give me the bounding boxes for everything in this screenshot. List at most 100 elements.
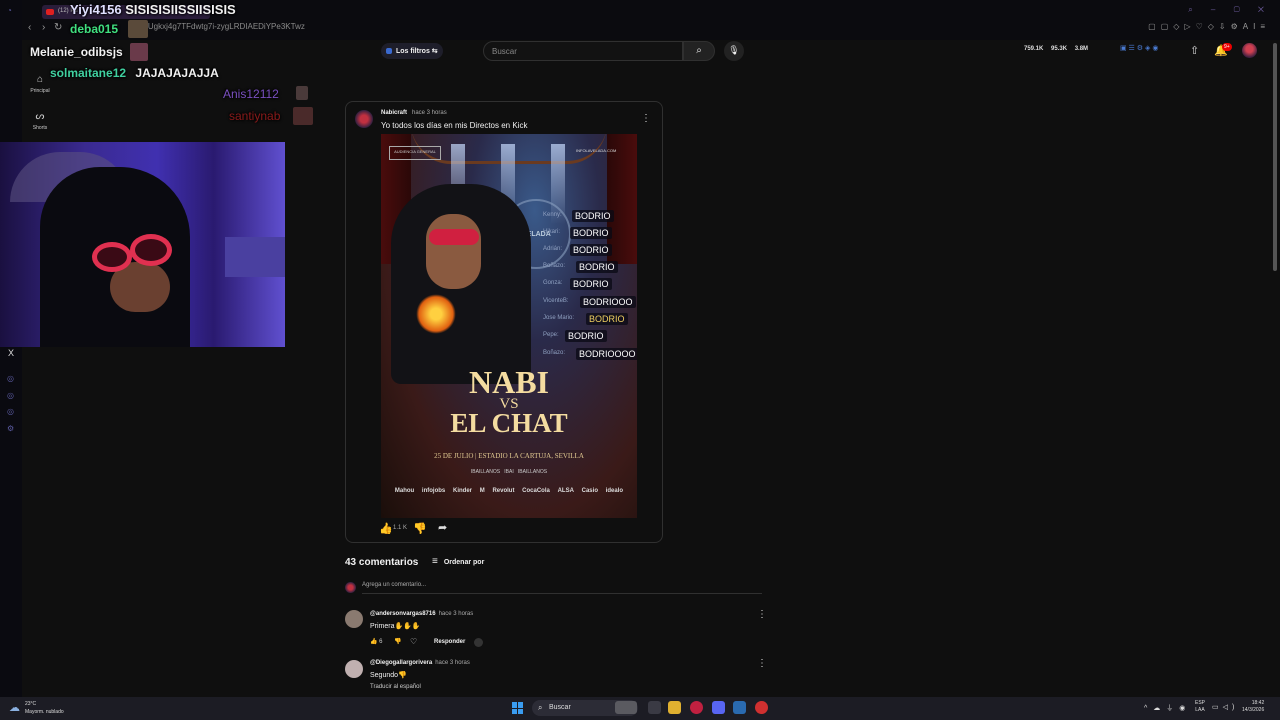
chat-user: Melanie_odibsjs (30, 45, 123, 59)
sponsor-logos: Mahou infojobs Kinder M Revolut CocaCola… (394, 488, 624, 494)
poster-website: INFOLAVELADA.COM (576, 148, 617, 153)
chat-user: Yiyi4156 (70, 2, 122, 17)
sidebar-app-icon[interactable]: ◎ (7, 407, 14, 416)
sidebar-app-icon[interactable]: ◎ (7, 391, 14, 400)
sidebar-item-shorts[interactable]: ᔕ Shorts (30, 111, 50, 131)
user-avatar (345, 582, 356, 593)
language-indicator[interactable]: ESP LAA (1195, 700, 1205, 714)
filters-button[interactable]: Los filtros ⇆ (381, 43, 443, 59)
ranking-row: Hikari: BODRIO (543, 227, 612, 239)
comment-author[interactable]: @andersonvargas8716 hace 3 horas (370, 611, 473, 617)
chat-message: Yiyi4156 SISISISIISSIISISIS (70, 2, 236, 17)
chat-user: Anis12112 (223, 87, 279, 101)
comment-text: Primera✋✋✋ (370, 623, 421, 630)
poster-face (426, 214, 481, 289)
ranking-row: Boñazo: BODRIOOOO (543, 348, 637, 360)
like-button[interactable]: 👍 (379, 522, 393, 535)
extension-icons[interactable]: ▢▢◇▷♡◇⇩⚙AI≡ (1148, 22, 1270, 31)
chat-user: deba015 (70, 22, 119, 36)
poster-date: 25 DE JULIO | ESTADIO LA CARTUJA, SEVILL… (434, 452, 584, 460)
mic-button[interactable]: 🎙 (724, 41, 744, 61)
poster-socials: IBAILLANOS IBAI IBAILLANOS (470, 469, 548, 475)
forward-icon[interactable]: › (42, 22, 45, 33)
weather-widget[interactable]: 23°C Mayorm. nublado (25, 700, 64, 716)
chat-emote (130, 43, 148, 61)
file-explorer-icon[interactable] (668, 701, 681, 714)
ranking-row: VicenteB: BODRIOOO (543, 296, 636, 308)
channel-avatar[interactable] (355, 110, 373, 128)
search-icon: ⌕ (538, 703, 543, 712)
chat-text: SISISISIISSIISISIS (125, 2, 236, 17)
sidebar-item-home[interactable]: ⌂ Principal (30, 74, 50, 94)
chat-emote (296, 86, 308, 100)
extension-icon[interactable]: ▣ ☰ ⚙ ◈ ◉ (1120, 44, 1158, 52)
share-button[interactable]: ➦ (438, 521, 447, 534)
ranking-row: Adrián: BODRIO (543, 244, 612, 256)
x-icon[interactable]: X (8, 348, 14, 358)
history-icon[interactable]: ◔ (7, 6, 12, 15)
search-input[interactable]: Buscar (483, 41, 683, 61)
like-count: 1.1 K (393, 525, 408, 531)
commenter-avatar[interactable] (345, 660, 363, 678)
weather-icon[interactable]: ☁ (9, 701, 20, 714)
ranking-row: Gonza: BODRIO (543, 278, 612, 290)
reply-button[interactable]: Responder (434, 639, 465, 645)
add-comment-input[interactable]: Agrega un comentario... (362, 582, 426, 588)
filter-icon (386, 48, 392, 54)
chat-emote (128, 20, 148, 38)
chat-message: Anis12112 (223, 87, 279, 101)
address-bar[interactable]: ost/Ugkxj4g7TFdwtg7i-zygLRDIAEDiYPe3KTwz (135, 22, 305, 31)
network-volume-icons[interactable]: ▭◁) (1212, 703, 1238, 711)
opera-browser-icon[interactable] (690, 701, 703, 714)
search-icon: ⌕ (696, 45, 702, 56)
sort-button[interactable]: ≡ Ordenar por (432, 556, 484, 567)
ranking-row: Kenny: BODRIO (543, 210, 614, 222)
post-text: Yo todos los días en mis Directos en Kic… (381, 121, 528, 130)
scrollbar[interactable] (1273, 43, 1277, 271)
back-icon[interactable]: ‹ (28, 22, 31, 33)
webcam-overlay (0, 142, 285, 347)
taskview-icon[interactable] (648, 701, 661, 714)
shorts-icon: ᔕ (35, 111, 45, 122)
comment-dislike-button[interactable]: 👎 (394, 638, 401, 645)
creator-heart-badge (474, 638, 483, 647)
comment-time: hace 3 horas (438, 611, 474, 617)
more-options-icon[interactable]: ⋮ (641, 113, 651, 124)
more-options-icon[interactable]: ⋮ (757, 609, 767, 620)
dislike-button[interactable]: 👎 (413, 522, 427, 535)
system-tray[interactable]: ^☁⏚◉ (1144, 703, 1191, 713)
search-button[interactable]: ⌕ (683, 41, 715, 61)
commenter-avatar[interactable] (345, 610, 363, 628)
taskbar-app-icon[interactable] (615, 701, 637, 714)
window-controls[interactable]: ⌕ – ▢ ✕ (1188, 5, 1272, 15)
share-icon: ➦ (438, 522, 448, 534)
ranking-row: Jose Mario: BODRIO (543, 313, 628, 325)
account-avatar[interactable] (1242, 43, 1257, 58)
upload-icon[interactable]: ⇧ (1190, 44, 1199, 57)
comment-like-button[interactable]: 👍 6 (370, 638, 382, 645)
reload-icon[interactable]: ↻ (54, 22, 62, 33)
app-icon[interactable] (755, 701, 768, 714)
taskbar (0, 697, 1280, 720)
steam-icon[interactable] (733, 701, 746, 714)
views-stat: 759.1K (1024, 46, 1044, 52)
chat-message: santiynab (229, 109, 280, 123)
settings-icon[interactable]: ⚙ (7, 424, 14, 433)
comment-time: hace 3 horas (435, 660, 470, 666)
thumbs-down-icon: 👎 (413, 523, 427, 535)
comment-author[interactable]: @Diegogallargorivera hace 3 horas (370, 660, 470, 666)
more-options-icon[interactable]: ⋮ (757, 658, 767, 669)
discord-icon[interactable] (712, 701, 725, 714)
poster-glasses (429, 229, 479, 245)
post-image[interactable]: AUDIENCIA GENERAL INFOLAVELADA.COM VELAD… (381, 134, 637, 518)
heart-icon[interactable]: ♡ (410, 637, 417, 646)
post-time: hace 3 horas (412, 110, 447, 116)
chat-message: solmaitane12 JAJAJAJAJJA (50, 66, 219, 80)
sidebar-app-icon[interactable]: ◎ (7, 374, 14, 383)
comment-text: Segundo👎 (370, 672, 407, 679)
channel-name[interactable]: Nabicraft (381, 110, 407, 116)
notification-badge: 9+ (1222, 43, 1232, 51)
clock[interactable]: 18:42 14/3/2026 (1242, 700, 1264, 714)
windows-start-icon[interactable] (512, 702, 524, 714)
translate-link[interactable]: Traducir al español (370, 684, 421, 690)
